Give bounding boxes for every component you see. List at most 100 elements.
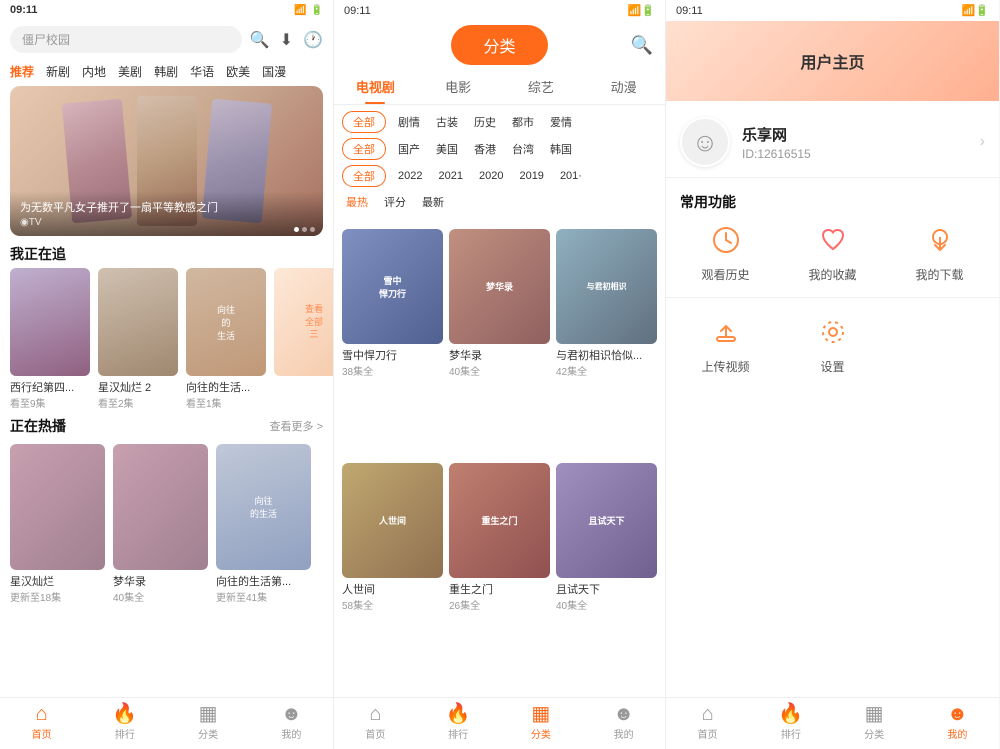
filter-tw[interactable]: 台湾: [508, 139, 538, 159]
filter-us[interactable]: 美国: [432, 139, 462, 159]
cat-card-2[interactable]: 梦华录 梦华录 40集全: [449, 229, 550, 457]
tracking-card-2[interactable]: 星汉灿烂 2 看至2集: [98, 268, 178, 410]
tab-tv[interactable]: 电视剧: [334, 69, 417, 104]
filter-new[interactable]: 最新: [418, 192, 448, 212]
download-icon[interactable]: ⬇: [280, 30, 293, 50]
user-nav-home[interactable]: ⌂ 首页: [666, 698, 749, 749]
user-nav-cat[interactable]: ▦ 分类: [833, 698, 916, 749]
filter-2022[interactable]: 2022: [394, 168, 426, 184]
function-history[interactable]: 观看历史: [680, 220, 771, 283]
filter-score[interactable]: 评分: [380, 192, 410, 212]
section-hotplay-header: 正在热播 查看更多 >: [0, 410, 333, 440]
cat-title-1: 雪中悍刀行: [342, 347, 443, 363]
hotplay-sub-1: 更新至18集: [10, 589, 105, 604]
filter-2020[interactable]: 2020: [475, 168, 507, 184]
cat-cat-label: 分类: [531, 726, 551, 741]
filter-cn[interactable]: 国产: [394, 139, 424, 159]
user-cat-label: 分类: [864, 726, 884, 741]
filter-region-all[interactable]: 全部: [342, 138, 386, 160]
nav-item-new[interactable]: 新剧: [46, 63, 70, 80]
cat-title-6: 且试天下: [556, 581, 657, 597]
search-input-home[interactable]: 僵尸校园: [10, 26, 242, 53]
hotplay-sub-2: 40集全: [113, 589, 208, 604]
filter-genre-all[interactable]: 全部: [342, 111, 386, 133]
home-nav-rank[interactable]: 🔥 排行: [83, 698, 166, 749]
search-icon[interactable]: 🔍: [250, 30, 270, 50]
tracking-card-more[interactable]: 查看全部三: [274, 268, 333, 376]
cat-bottom-nav: ⌂ 首页 🔥 排行 ▦ 分类 ☻ 我的: [334, 697, 665, 749]
hotplay-row: 星汉灿烂 更新至18集 梦华录 40集全 向往的生活 向往的生活第... 更新至…: [0, 444, 333, 604]
filter-2021[interactable]: 2021: [434, 168, 466, 184]
tab-movie[interactable]: 电影: [417, 69, 500, 104]
home-nav: 推荐 新剧 内地 美剧 韩剧 华语 欧美 国漫: [0, 59, 333, 86]
hotplay-more[interactable]: 查看更多 >: [270, 418, 323, 434]
home-nav-mine[interactable]: ☻ 我的: [250, 698, 333, 749]
dot-1: [294, 227, 299, 232]
history-icon[interactable]: 🕐: [303, 30, 323, 50]
hotplay-title-1: 星汉灿烂: [10, 573, 105, 589]
cat-nav-rank[interactable]: 🔥 排行: [417, 698, 500, 749]
cat-filters: 全部 剧情 古装 历史 都市 爱情 全部 国产 美国 香港 台湾 韩国 全部 2…: [334, 105, 665, 223]
user-profile[interactable]: ☺ 乐享网 ID:12616515 ›: [666, 101, 999, 178]
cat-nav-home[interactable]: ⌂ 首页: [334, 698, 417, 749]
cat-card-1[interactable]: 雪中悍刀行 雪中悍刀行 38集全: [342, 229, 443, 457]
user-nav-rank[interactable]: 🔥 排行: [749, 698, 832, 749]
hotplay-card-1[interactable]: 星汉灿烂 更新至18集: [10, 444, 105, 604]
filter-old[interactable]: 201·: [556, 168, 586, 184]
user-info: 乐享网 ID:12616515: [742, 124, 968, 161]
cat-nav-cat[interactable]: ▦ 分类: [500, 698, 583, 749]
nav-item-mainland[interactable]: 内地: [82, 63, 106, 80]
function-upload[interactable]: 上传视频: [680, 312, 771, 375]
filter-kr[interactable]: 韩国: [546, 139, 576, 159]
banner-dots: [294, 227, 315, 232]
filter-drama[interactable]: 剧情: [394, 112, 424, 132]
filter-love[interactable]: 爱情: [546, 112, 576, 132]
tab-anime[interactable]: 动漫: [582, 69, 665, 104]
filter-year-all[interactable]: 全部: [342, 165, 386, 187]
cat-nav-mine[interactable]: ☻ 我的: [582, 698, 665, 749]
filter-history[interactable]: 历史: [470, 112, 500, 132]
cat-sub-4: 58集全: [342, 597, 443, 612]
function-collect[interactable]: 我的收藏: [787, 220, 878, 283]
tracking-card-3[interactable]: 向往的生活 向往的生活... 看至1集: [186, 268, 266, 410]
time-cat: 09:11: [344, 5, 371, 17]
hotplay-card-3[interactable]: 向往的生活 向往的生活第... 更新至41集: [216, 444, 311, 604]
home-banner[interactable]: 为无数平凡女子推开了一扇平等教感之门 ◉TV: [10, 86, 323, 236]
category-button[interactable]: 分类: [451, 25, 547, 65]
cat-card-3[interactable]: 与君初相识 与君初相识恰似... 42集全: [556, 229, 657, 457]
filter-hot[interactable]: 最热: [342, 192, 372, 212]
filter-city[interactable]: 都市: [508, 112, 538, 132]
filter-2019[interactable]: 2019: [515, 168, 547, 184]
hotplay-card-2[interactable]: 梦华录 40集全: [113, 444, 208, 604]
cat-home-label: 首页: [365, 726, 385, 741]
tracking-card-1[interactable]: 西行纪第四... 看至9集: [10, 268, 90, 410]
cat-thumb-5: 重生之门: [449, 463, 550, 578]
user-header-bg: 用户主页: [666, 21, 999, 101]
rank-label: 排行: [115, 726, 135, 741]
cat-card-6[interactable]: 且试天下 且试天下 40集全: [556, 463, 657, 691]
function-settings[interactable]: 设置: [787, 312, 878, 375]
cat-card-5[interactable]: 重生之门 重生之门 26集全: [449, 463, 550, 691]
filter-hk[interactable]: 香港: [470, 139, 500, 159]
nav-item-korea[interactable]: 韩剧: [154, 63, 178, 80]
cat-card-4[interactable]: 人世间 人世间 58集全: [342, 463, 443, 691]
nav-item-us[interactable]: 美剧: [118, 63, 142, 80]
filter-costume[interactable]: 古装: [432, 112, 462, 132]
home-nav-cat[interactable]: ▦ 分类: [167, 698, 250, 749]
home-nav-home[interactable]: ⌂ 首页: [0, 698, 83, 749]
nav-item-anime[interactable]: 国漫: [262, 63, 286, 80]
cat-info-4: 人世间 58集全: [342, 578, 443, 615]
nav-item-recommend[interactable]: 推荐: [10, 63, 34, 80]
cat-info-1: 雪中悍刀行 38集全: [342, 344, 443, 381]
mine-label: 我的: [281, 726, 301, 741]
function-download[interactable]: 我的下载: [894, 220, 985, 283]
home-panel: 09:11 📶 🔋 僵尸校园 🔍 ⬇ 🕐 推荐 新剧 内地 美剧 韩剧 华语 欧…: [0, 0, 333, 749]
user-nav-mine[interactable]: ☻ 我的: [916, 698, 999, 749]
nav-item-hua[interactable]: 华语: [190, 63, 214, 80]
status-icons-cat: 📶🔋: [628, 4, 655, 17]
tab-variety[interactable]: 综艺: [500, 69, 583, 104]
nav-item-europe[interactable]: 欧美: [226, 63, 250, 80]
search-action-icons: 🔍 ⬇ 🕐: [250, 30, 323, 50]
cat-search-icon[interactable]: 🔍: [631, 35, 653, 56]
tracking-more-text: 查看全部三: [305, 303, 323, 341]
